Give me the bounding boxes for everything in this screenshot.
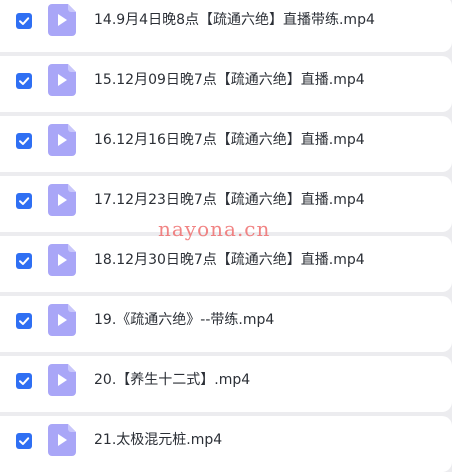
checked-checkbox[interactable] <box>16 73 32 89</box>
video-file-icon <box>48 64 76 96</box>
checked-checkbox[interactable] <box>16 253 32 269</box>
checkmark-icon <box>19 317 30 325</box>
file-name: 15.12月09日晚7点【疏通六绝】直播.mp4 <box>94 72 365 88</box>
checkmark-icon <box>19 197 30 205</box>
checked-checkbox[interactable] <box>16 133 32 149</box>
checked-checkbox[interactable] <box>16 13 32 29</box>
checkmark-icon <box>19 257 30 265</box>
checkmark-icon <box>19 137 30 145</box>
file-row[interactable]: 19.《疏通六绝》--带练.mp4 <box>0 296 452 352</box>
file-row[interactable]: 18.12月30日晚7点【疏通六绝】直播.mp4 <box>0 236 452 292</box>
video-file-icon <box>48 4 76 36</box>
video-file-icon <box>48 424 76 456</box>
file-row[interactable]: 21.太极混元桩.mp4 <box>0 416 452 472</box>
checked-checkbox[interactable] <box>16 313 32 329</box>
file-row[interactable]: 14.9月4日晚8点【疏通六绝】直播带练.mp4 <box>0 0 452 52</box>
checkmark-icon <box>19 377 30 385</box>
watermark: nayona.cn <box>158 217 271 241</box>
file-name: 16.12月16日晚7点【疏通六绝】直播.mp4 <box>94 132 365 148</box>
checkmark-icon <box>19 77 30 85</box>
file-name: 19.《疏通六绝》--带练.mp4 <box>94 312 275 328</box>
file-name: 17.12月23日晚7点【疏通六绝】直播.mp4 <box>94 192 365 208</box>
checkmark-icon <box>19 437 30 445</box>
file-row[interactable]: 16.12月16日晚7点【疏通六绝】直播.mp4 <box>0 116 452 172</box>
file-name: 20.【养生十二式】.mp4 <box>94 372 251 388</box>
file-name: 14.9月4日晚8点【疏通六绝】直播带练.mp4 <box>94 12 375 28</box>
video-file-icon <box>48 304 76 336</box>
file-name: 21.太极混元桩.mp4 <box>94 432 223 448</box>
file-row[interactable]: 15.12月09日晚7点【疏通六绝】直播.mp4 <box>0 56 452 112</box>
checkmark-icon <box>19 17 30 25</box>
video-file-icon <box>48 124 76 156</box>
checked-checkbox[interactable] <box>16 193 32 209</box>
file-row[interactable]: 20.【养生十二式】.mp4 <box>0 356 452 412</box>
video-file-icon <box>48 244 76 276</box>
video-file-icon <box>48 364 76 396</box>
video-file-icon <box>48 184 76 216</box>
file-name: 18.12月30日晚7点【疏通六绝】直播.mp4 <box>94 252 365 268</box>
checked-checkbox[interactable] <box>16 433 32 449</box>
checked-checkbox[interactable] <box>16 373 32 389</box>
